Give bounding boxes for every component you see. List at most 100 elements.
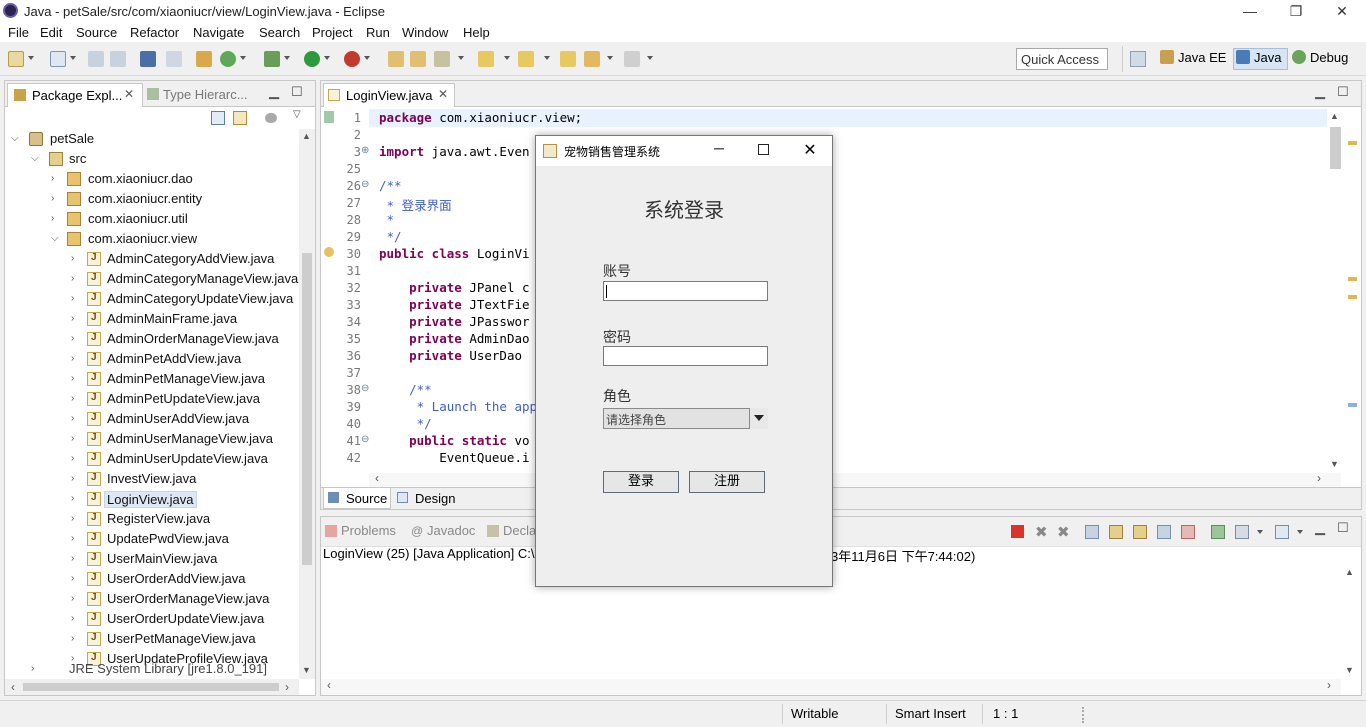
quick-access-input[interactable]: Quick Access <box>1016 48 1108 70</box>
open-console-icon[interactable] <box>1275 525 1289 539</box>
dropdown-button[interactable] <box>749 408 768 429</box>
scroll-left-icon[interactable]: ‹ <box>11 680 15 694</box>
tab-javadoc[interactable]: @ Javadoc <box>411 523 475 538</box>
tab-source[interactable]: Source <box>323 488 391 509</box>
minimize-console-icon[interactable]: ▁ <box>1315 520 1325 536</box>
collapse-arrow-icon[interactable]: › <box>71 473 74 484</box>
remove-all-icon[interactable]: ✖ <box>1057 523 1070 541</box>
scroll-thumb[interactable] <box>1330 127 1341 169</box>
save-icon[interactable] <box>88 51 104 67</box>
collapse-fold-icon[interactable]: ⊖ <box>361 434 369 445</box>
view-options-icon[interactable] <box>265 113 277 123</box>
terminate-icon[interactable] <box>1011 525 1024 538</box>
menu-navigate[interactable]: Navigate <box>193 25 244 40</box>
minimize-button[interactable]: — <box>1227 0 1273 22</box>
scroll-down-icon[interactable]: ▼ <box>1330 459 1339 469</box>
scroll-down-icon[interactable]: ▼ <box>302 665 311 675</box>
collapse-arrow-icon[interactable]: › <box>71 313 74 324</box>
role-select[interactable]: 请选择角色 <box>603 408 768 429</box>
expand-arrow-icon[interactable]: ⌵ <box>31 153 39 164</box>
password-input[interactable] <box>603 346 768 366</box>
account-input[interactable] <box>603 281 768 301</box>
next-annotation-icon[interactable] <box>478 51 494 67</box>
run-external-icon[interactable] <box>344 51 360 67</box>
prev-annotation-icon[interactable] <box>518 51 534 67</box>
run-icon[interactable] <box>304 51 320 67</box>
perspective-java[interactable]: Java <box>1233 48 1289 70</box>
refresh-icon[interactable] <box>220 51 236 67</box>
open-task-icon[interactable] <box>410 51 426 67</box>
scroll-right-icon[interactable]: › <box>285 680 289 694</box>
pin-console-icon[interactable] <box>1211 525 1225 539</box>
tab-design[interactable]: Design <box>393 488 459 509</box>
search-tool-icon[interactable] <box>434 51 450 67</box>
dialog-close-button[interactable]: ✕ <box>802 140 818 159</box>
show-stderr-icon[interactable] <box>1181 525 1195 539</box>
collapse-arrow-icon[interactable]: › <box>71 453 74 464</box>
minimize-view-icon[interactable]: ▁ <box>269 84 279 100</box>
forward-icon[interactable] <box>624 51 640 67</box>
collapse-arrow-icon[interactable]: › <box>71 253 74 264</box>
collapse-arrow-icon[interactable]: › <box>71 293 74 304</box>
remove-launch-icon[interactable]: ✖ <box>1035 523 1048 541</box>
collapse-arrow-icon[interactable]: › <box>71 513 74 524</box>
maximize-view-icon[interactable]: ☐ <box>291 84 303 100</box>
collapse-arrow-icon[interactable]: › <box>71 373 74 384</box>
dialog-minimize-button[interactable]: ─ <box>712 141 726 157</box>
scroll-right-icon[interactable]: › <box>1327 678 1331 692</box>
view-menu-icon[interactable]: ▽ <box>293 109 301 120</box>
editor-vscrollbar[interactable]: ▲ ▼ <box>1327 109 1343 475</box>
collapse-arrow-icon[interactable]: › <box>71 633 74 644</box>
collapse-arrow-icon[interactable]: › <box>51 193 54 204</box>
menu-run[interactable]: Run <box>366 25 390 40</box>
maximize-console-icon[interactable]: ☐ <box>1337 520 1349 536</box>
last-edit-icon[interactable] <box>560 51 576 67</box>
editor-hscrollbar[interactable]: ‹ › <box>369 471 1341 487</box>
open-type-icon[interactable] <box>388 51 404 67</box>
collapse-arrow-icon[interactable]: › <box>71 333 74 344</box>
open-perspective-icon[interactable] <box>1130 51 1146 67</box>
dialog-maximize-button[interactable] <box>758 144 769 155</box>
maximize-editor-icon[interactable]: ☐ <box>1337 84 1349 100</box>
collapse-arrow-icon[interactable]: › <box>31 663 34 674</box>
perspective-java-ee[interactable]: Java EE <box>1160 50 1226 65</box>
collapse-all-icon[interactable] <box>211 111 225 125</box>
back-icon[interactable] <box>584 51 600 67</box>
console-hscrollbar[interactable]: ‹ › <box>321 678 1341 695</box>
scroll-lock-icon[interactable] <box>1109 525 1123 539</box>
tab-type-hierarchy[interactable]: Type Hierarc... <box>145 83 275 107</box>
login-button[interactable]: 登录 <box>603 471 679 493</box>
menu-source[interactable]: Source <box>76 25 117 40</box>
menu-help[interactable]: Help <box>463 25 490 40</box>
collapse-arrow-icon[interactable]: › <box>71 353 74 364</box>
collapse-arrow-icon[interactable]: › <box>71 413 74 424</box>
close-button[interactable]: ✕ <box>1319 0 1365 22</box>
expand-fold-icon[interactable]: ⊕ <box>361 145 369 156</box>
expand-arrow-icon[interactable]: ⌵ <box>51 233 59 244</box>
menu-file[interactable]: File <box>8 25 29 40</box>
tab-loginview[interactable]: LoginView.java ✕ <box>323 83 455 107</box>
menu-window[interactable]: Window <box>402 25 448 40</box>
menu-refactor[interactable]: Refactor <box>130 25 179 40</box>
debug-icon[interactable] <box>264 51 280 67</box>
collapse-fold-icon[interactable]: ⊖ <box>361 383 369 394</box>
new-wizard-icon[interactable] <box>50 51 66 67</box>
collapse-arrow-icon[interactable]: › <box>71 553 74 564</box>
menu-edit[interactable]: Edit <box>40 25 62 40</box>
scroll-up-icon[interactable]: ▲ <box>1330 111 1339 121</box>
scroll-left-icon[interactable]: ‹ <box>375 471 379 485</box>
maximize-button[interactable]: ❐ <box>1273 0 1319 22</box>
tab-package-explorer[interactable]: Package Expl... ✕ <box>7 83 143 107</box>
scroll-left-icon[interactable]: ‹ <box>327 678 331 692</box>
scroll-right-icon[interactable]: › <box>1317 471 1321 485</box>
save-all-icon[interactable] <box>110 51 126 67</box>
clear-console-icon[interactable] <box>1085 525 1099 539</box>
collapse-arrow-icon[interactable]: › <box>71 393 74 404</box>
show-stdout-icon[interactable] <box>1157 525 1171 539</box>
register-button[interactable]: 注册 <box>689 471 765 493</box>
collapse-arrow-icon[interactable]: › <box>71 613 74 624</box>
minimize-editor-icon[interactable]: ▁ <box>1315 84 1325 100</box>
scroll-down-icon[interactable]: ▼ <box>1345 665 1354 675</box>
new-icon[interactable] <box>8 51 24 67</box>
console-vscrollbar[interactable]: ▲ ▼ <box>1341 565 1359 679</box>
